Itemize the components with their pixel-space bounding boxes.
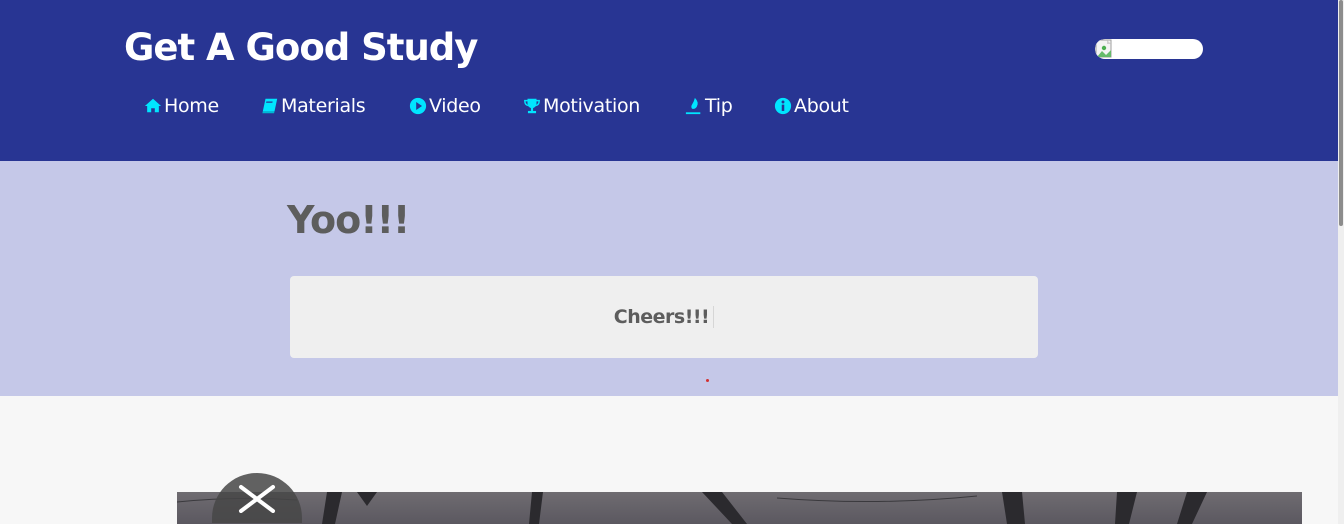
- info-circle-icon: [774, 97, 792, 115]
- nav-item-label: About: [794, 95, 849, 117]
- book-icon: [262, 98, 278, 114]
- nav-item-home[interactable]: Home: [144, 92, 219, 120]
- nav-item-video[interactable]: Video: [409, 92, 481, 120]
- pen-tip-icon: [685, 97, 701, 115]
- page-scrollbar[interactable]: [1338, 0, 1344, 524]
- home-icon: [144, 98, 162, 113]
- trophy-icon: [524, 98, 540, 114]
- nav-item-tip[interactable]: Tip: [685, 92, 733, 120]
- tree-silhouettes: [177, 492, 1207, 524]
- nav-item-about[interactable]: About: [774, 92, 849, 120]
- nav-item-label: Home: [164, 95, 219, 117]
- site-title[interactable]: Get A Good Study: [124, 24, 478, 72]
- nav-item-label: Tip: [705, 95, 733, 117]
- hero-title: Yoo!!!: [287, 198, 410, 242]
- indicator-dot: [706, 379, 709, 382]
- hero-section: Yoo!!! Cheers!!!: [0, 161, 1338, 396]
- play-circle-icon: [409, 97, 427, 115]
- nav-item-materials[interactable]: Materials: [261, 92, 366, 120]
- search-box[interactable]: [1095, 39, 1203, 59]
- scrollbar-thumb[interactable]: [1339, 0, 1343, 226]
- broken-image-icon: [1095, 39, 1112, 58]
- nav-item-label: Materials: [281, 95, 366, 117]
- nav-item-label: Motivation: [543, 95, 641, 117]
- nav-item-motivation[interactable]: Motivation: [523, 92, 640, 120]
- nav-item-label: Video: [429, 95, 481, 117]
- close-icon: [239, 485, 275, 513]
- close-button[interactable]: [212, 473, 302, 523]
- site-header: Get A Good Study Home Materials Video Mo…: [0, 0, 1338, 161]
- message-card: Cheers!!!: [290, 276, 1038, 358]
- background-photo: [177, 492, 1302, 524]
- card-text: Cheers!!!: [614, 306, 715, 328]
